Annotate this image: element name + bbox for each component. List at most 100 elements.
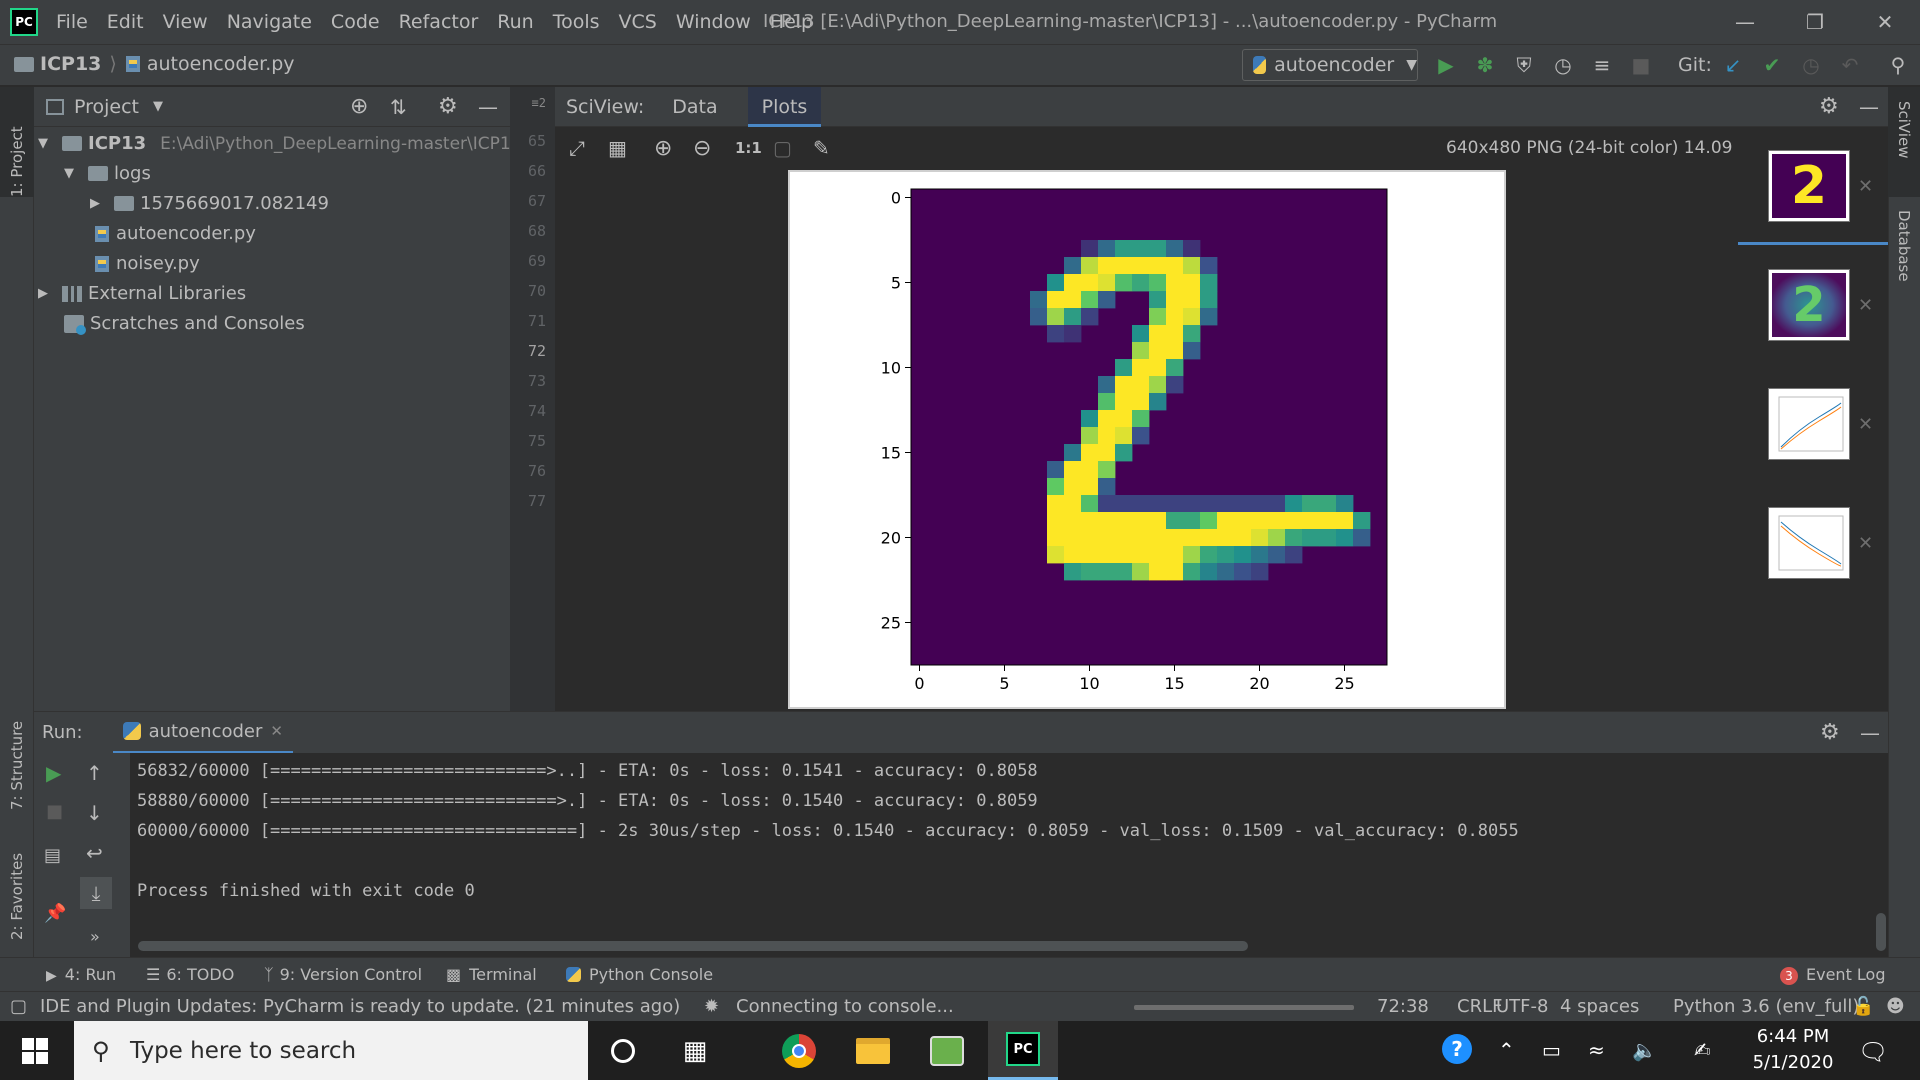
chrome-icon[interactable] bbox=[764, 1021, 834, 1080]
project-panel-title[interactable]: Project bbox=[74, 96, 139, 118]
search-everywhere-icon[interactable]: ⚲ bbox=[1885, 52, 1911, 78]
gear-icon[interactable]: ⚙ bbox=[438, 94, 458, 119]
close-icon[interactable]: ✕ bbox=[270, 722, 283, 740]
thumbnail-plot-2[interactable]: 2 bbox=[1768, 269, 1850, 341]
menu-vcs[interactable]: VCS bbox=[619, 11, 657, 33]
stop-icon[interactable]: ■ bbox=[46, 801, 63, 822]
breadcrumb-project[interactable]: ICP13 bbox=[40, 53, 101, 75]
restore-button[interactable]: ❐ bbox=[1795, 6, 1835, 38]
menu-tools[interactable]: Tools bbox=[553, 11, 600, 33]
tree-item-icp13[interactable]: ▼ ICP13 E:\Adi\Python_DeepLearning-maste… bbox=[38, 133, 522, 154]
status-message[interactable]: IDE and Plugin Updates: PyCharm is ready… bbox=[40, 996, 680, 1017]
run-console[interactable]: 56832/60000 [===========================… bbox=[130, 753, 1888, 957]
close-window-button[interactable]: ✕ bbox=[1865, 6, 1905, 38]
menu-edit[interactable]: Edit bbox=[107, 11, 144, 33]
scroll-down-icon[interactable]: ↓ bbox=[86, 801, 103, 825]
run-icon[interactable]: ▶ bbox=[1433, 52, 1459, 78]
chevron-down-icon[interactable]: ▼ bbox=[153, 99, 163, 114]
database-tool-tab[interactable]: Database bbox=[1888, 210, 1920, 320]
grid-icon[interactable]: ▦ bbox=[608, 136, 627, 160]
more-icon[interactable]: » bbox=[90, 927, 100, 946]
inspector-icon[interactable]: ☻ bbox=[1886, 996, 1905, 1017]
tree-item-scratches[interactable]: Scratches and Consoles bbox=[64, 313, 305, 335]
profile-icon[interactable]: ◷ bbox=[1550, 52, 1576, 78]
tree-item-log-run[interactable]: ▶ 1575669017.082149 bbox=[90, 193, 329, 214]
sciview-tool-tab[interactable]: SciView bbox=[1888, 87, 1920, 197]
hide-icon[interactable]: — bbox=[1860, 721, 1880, 745]
close-icon[interactable]: ✕ bbox=[1858, 176, 1873, 197]
zoom-in-icon[interactable]: ⊕ bbox=[654, 136, 672, 161]
battery-icon[interactable]: ▭ bbox=[1542, 1038, 1561, 1062]
actual-size-button[interactable]: 1:1 bbox=[735, 139, 762, 157]
jupyter-app-icon[interactable] bbox=[912, 1021, 982, 1080]
file-encoding[interactable]: UTF-8 bbox=[1496, 996, 1548, 1017]
tray-expand-icon[interactable]: ⌃ bbox=[1498, 1038, 1515, 1062]
tool-tab-terminal[interactable]: ▩ Terminal bbox=[446, 965, 537, 984]
hide-icon[interactable]: — bbox=[478, 95, 498, 119]
wifi-icon[interactable]: ≈ bbox=[1588, 1038, 1605, 1062]
menu-file[interactable]: File bbox=[56, 11, 88, 33]
fit-window-icon[interactable]: ▢ bbox=[773, 136, 792, 160]
menu-code[interactable]: Code bbox=[331, 11, 380, 33]
notifications-icon[interactable]: 🗨 bbox=[1858, 1038, 1888, 1066]
project-tool-tab[interactable]: 1: Project bbox=[0, 87, 34, 197]
thumbnail-plot-3[interactable] bbox=[1768, 388, 1850, 460]
tool-tab-event-log[interactable]: 3 Event Log bbox=[1780, 965, 1886, 985]
git-history-icon[interactable]: ◷ bbox=[1798, 52, 1824, 78]
lock-icon[interactable]: 🔓 bbox=[1852, 996, 1874, 1017]
favorites-tool-tab[interactable]: 2: Favorites bbox=[0, 830, 34, 940]
coverage-icon[interactable]: ⛨ bbox=[1511, 52, 1537, 78]
debug-icon[interactable]: ✽ bbox=[1472, 52, 1498, 78]
pin-icon[interactable]: 📌 bbox=[44, 903, 66, 924]
git-commit-icon[interactable]: ✔ bbox=[1759, 52, 1785, 78]
indent-setting[interactable]: 4 spaces bbox=[1560, 996, 1639, 1017]
task-view-icon[interactable]: ▦ bbox=[660, 1021, 730, 1080]
tab-plots[interactable]: Plots bbox=[747, 86, 822, 127]
run-tab-autoencoder[interactable]: autoencoder ✕ bbox=[112, 712, 293, 754]
thumbnail-plot-1[interactable]: 2 bbox=[1768, 150, 1850, 222]
toggle-panels-icon[interactable]: ▢ bbox=[10, 996, 27, 1017]
tree-item-external-libraries[interactable]: ▶ External Libraries bbox=[38, 283, 246, 304]
caret-position[interactable]: 72:38 bbox=[1377, 996, 1429, 1017]
scroll-to-end-icon[interactable]: ⤓ bbox=[80, 877, 112, 909]
thumbnail-plot-4[interactable] bbox=[1768, 507, 1850, 579]
scroll-up-icon[interactable]: ↑ bbox=[86, 761, 103, 785]
gear-icon[interactable]: ⚙ bbox=[1820, 720, 1840, 745]
hide-icon[interactable]: — bbox=[1859, 95, 1879, 119]
run-config-selector[interactable]: autoencoder ▼ bbox=[1242, 49, 1418, 81]
horizontal-scrollbar[interactable] bbox=[138, 941, 1248, 951]
concurrency-icon[interactable]: ≡ bbox=[1589, 52, 1615, 78]
taskbar-search-box[interactable]: ⚲ Type here to search bbox=[74, 1021, 588, 1080]
soft-wrap-icon[interactable]: ↩ bbox=[86, 841, 103, 865]
tool-tab-todo[interactable]: ☰ 6: TODO bbox=[146, 965, 234, 984]
menu-refactor[interactable]: Refactor bbox=[399, 11, 479, 33]
breadcrumb-file[interactable]: autoencoder.py bbox=[147, 53, 295, 75]
menu-window[interactable]: Window bbox=[676, 11, 751, 33]
locate-icon[interactable]: ⊕ bbox=[350, 94, 368, 119]
color-picker-icon[interactable]: ✎ bbox=[813, 136, 830, 160]
tree-item-noisey[interactable]: noisey.py bbox=[94, 253, 200, 274]
pen-icon[interactable]: ✍ bbox=[1694, 1038, 1711, 1062]
fit-icon[interactable]: ⤢ bbox=[569, 136, 585, 160]
tree-item-autoencoder[interactable]: autoencoder.py bbox=[94, 223, 256, 244]
pycharm-taskbar-icon[interactable]: PC bbox=[988, 1021, 1058, 1080]
windows-start-icon[interactable] bbox=[22, 1038, 48, 1064]
close-icon[interactable]: ✕ bbox=[1858, 533, 1873, 554]
collapse-all-icon[interactable]: ⇅ bbox=[390, 95, 407, 119]
menu-navigate[interactable]: Navigate bbox=[227, 11, 312, 33]
menu-view[interactable]: View bbox=[163, 11, 208, 33]
close-icon[interactable]: ✕ bbox=[1858, 414, 1873, 435]
taskbar-clock[interactable]: 6:44 PM 5/1/2020 bbox=[1738, 1024, 1848, 1076]
rerun-icon[interactable]: ▶ bbox=[46, 761, 61, 785]
help-icon[interactable]: ? bbox=[1442, 1034, 1472, 1064]
structure-tool-tab[interactable]: 7: Structure bbox=[0, 690, 34, 810]
file-explorer-icon[interactable] bbox=[838, 1021, 908, 1080]
layout-icon[interactable]: ▤ bbox=[44, 845, 61, 866]
git-update-icon[interactable]: ↙ bbox=[1720, 52, 1746, 78]
interpreter-selector[interactable]: Python 3.6 (env_full) bbox=[1673, 996, 1859, 1017]
tab-data[interactable]: Data bbox=[672, 96, 717, 118]
git-rollback-icon[interactable]: ↶ bbox=[1837, 52, 1863, 78]
minimize-button[interactable]: — bbox=[1725, 6, 1765, 38]
tool-tab-version-control[interactable]: ᛉ 9: Version Control bbox=[264, 965, 422, 984]
tool-tab-python-console[interactable]: Python Console bbox=[566, 965, 713, 984]
